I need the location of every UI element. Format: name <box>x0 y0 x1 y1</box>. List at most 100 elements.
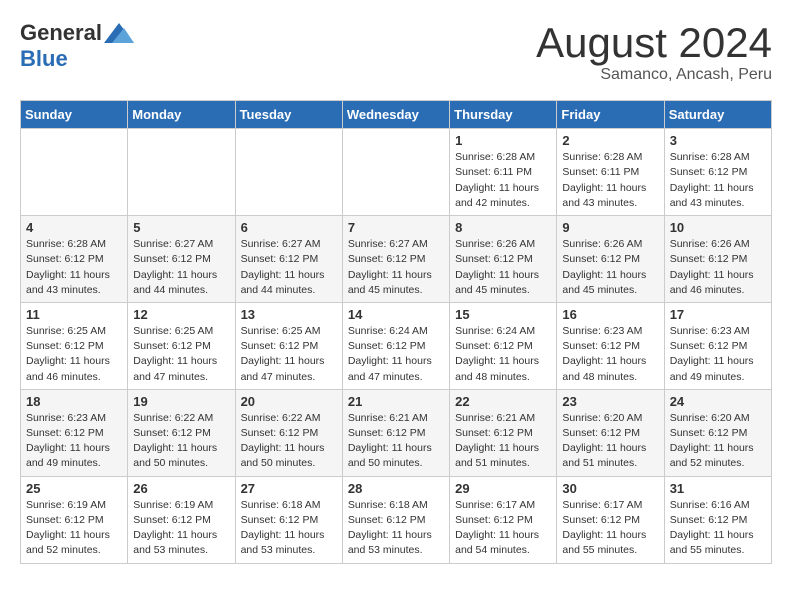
week-row-1: 1 Sunrise: 6:28 AM Sunset: 6:11 PM Daylig… <box>21 129 772 216</box>
day-cell-12: 12 Sunrise: 6:25 AM Sunset: 6:12 PM Dayli… <box>128 302 235 389</box>
day-number: 30 <box>562 481 658 496</box>
day-number: 8 <box>455 220 551 235</box>
day-cell-10: 10 Sunrise: 6:26 AM Sunset: 6:12 PM Dayli… <box>664 216 771 303</box>
day-number: 31 <box>670 481 766 496</box>
empty-cell <box>342 129 449 216</box>
day-number: 13 <box>241 307 337 322</box>
day-number: 26 <box>133 481 229 496</box>
empty-cell <box>21 129 128 216</box>
week-row-3: 11 Sunrise: 6:25 AM Sunset: 6:12 PM Dayli… <box>21 302 772 389</box>
week-row-2: 4 Sunrise: 6:28 AM Sunset: 6:12 PM Daylig… <box>21 216 772 303</box>
day-number: 9 <box>562 220 658 235</box>
day-info: Sunrise: 6:27 AM Sunset: 6:12 PM Dayligh… <box>241 237 337 298</box>
calendar-table: SundayMondayTuesdayWednesdayThursdayFrid… <box>20 100 772 563</box>
day-number: 23 <box>562 394 658 409</box>
day-cell-30: 30 Sunrise: 6:17 AM Sunset: 6:12 PM Dayli… <box>557 476 664 563</box>
day-cell-3: 3Sunrise: 6:28 AM Sunset: 6:12 PM Daylig… <box>664 129 771 216</box>
day-number: 6 <box>241 220 337 235</box>
day-cell-28: 28 Sunrise: 6:18 AM Sunset: 6:12 PM Dayli… <box>342 476 449 563</box>
day-cell-1: 1 Sunrise: 6:28 AM Sunset: 6:11 PM Daylig… <box>450 129 557 216</box>
day-info: Sunrise: 6:16 AM Sunset: 6:12 PM Dayligh… <box>670 498 766 559</box>
logo: General Blue <box>20 20 134 72</box>
title-area: August 2024 Samanco, Ancash, Peru <box>536 20 772 84</box>
day-cell-15: 15 Sunrise: 6:24 AM Sunset: 6:12 PM Dayli… <box>450 302 557 389</box>
day-info: Sunrise: 6:26 AM Sunset: 6:12 PM Dayligh… <box>670 237 766 298</box>
day-cell-16: 16 Sunrise: 6:23 AM Sunset: 6:12 PM Dayli… <box>557 302 664 389</box>
weekday-header-tuesday: Tuesday <box>235 101 342 129</box>
weekday-header-wednesday: Wednesday <box>342 101 449 129</box>
day-info: Sunrise: 6:18 AM Sunset: 6:12 PM Dayligh… <box>241 498 337 559</box>
day-info: Sunrise: 6:28 AM Sunset: 6:12 PM Dayligh… <box>26 237 122 298</box>
day-cell-24: 24 Sunrise: 6:20 AM Sunset: 6:12 PM Dayli… <box>664 389 771 476</box>
weekday-header-saturday: Saturday <box>664 101 771 129</box>
day-number: 21 <box>348 394 444 409</box>
day-number: 10 <box>670 220 766 235</box>
day-info: Sunrise: 6:17 AM Sunset: 6:12 PM Dayligh… <box>455 498 551 559</box>
day-cell-18: 18Sunrise: 6:23 AM Sunset: 6:12 PM Dayli… <box>21 389 128 476</box>
day-cell-23: 23Sunrise: 6:20 AM Sunset: 6:12 PM Dayli… <box>557 389 664 476</box>
weekday-header-row: SundayMondayTuesdayWednesdayThursdayFrid… <box>21 101 772 129</box>
day-cell-5: 5 Sunrise: 6:27 AM Sunset: 6:12 PM Daylig… <box>128 216 235 303</box>
day-number: 7 <box>348 220 444 235</box>
day-info: Sunrise: 6:26 AM Sunset: 6:12 PM Dayligh… <box>562 237 658 298</box>
day-number: 25 <box>26 481 122 496</box>
empty-cell <box>128 129 235 216</box>
day-number: 5 <box>133 220 229 235</box>
day-number: 12 <box>133 307 229 322</box>
location-subtitle: Samanco, Ancash, Peru <box>536 66 772 84</box>
day-number: 20 <box>241 394 337 409</box>
logo-blue-text: Blue <box>20 46 68 72</box>
day-number: 2 <box>562 133 658 148</box>
logo-icon <box>104 23 134 43</box>
day-info: Sunrise: 6:23 AM Sunset: 6:12 PM Dayligh… <box>562 324 658 385</box>
page-header: General Blue August 2024 Samanco, Ancash… <box>20 20 772 84</box>
day-cell-19: 19 Sunrise: 6:22 AM Sunset: 6:12 PM Dayli… <box>128 389 235 476</box>
day-number: 27 <box>241 481 337 496</box>
day-number: 16 <box>562 307 658 322</box>
day-info: Sunrise: 6:20 AM Sunset: 6:12 PM Dayligh… <box>670 411 766 472</box>
day-cell-25: 25 Sunrise: 6:19 AM Sunset: 6:12 PM Dayli… <box>21 476 128 563</box>
day-cell-21: 21 Sunrise: 6:21 AM Sunset: 6:12 PM Dayli… <box>342 389 449 476</box>
day-number: 22 <box>455 394 551 409</box>
day-info: Sunrise: 6:28 AM Sunset: 6:11 PM Dayligh… <box>455 150 551 211</box>
day-number: 11 <box>26 307 122 322</box>
day-cell-31: 31 Sunrise: 6:16 AM Sunset: 6:12 PM Dayli… <box>664 476 771 563</box>
day-number: 1 <box>455 133 551 148</box>
day-number: 29 <box>455 481 551 496</box>
day-info: Sunrise: 6:23 AM Sunset: 6:12 PM Dayligh… <box>26 411 122 472</box>
day-cell-27: 27 Sunrise: 6:18 AM Sunset: 6:12 PM Dayli… <box>235 476 342 563</box>
day-info: Sunrise: 6:26 AM Sunset: 6:12 PM Dayligh… <box>455 237 551 298</box>
day-info: Sunrise: 6:25 AM Sunset: 6:12 PM Dayligh… <box>241 324 337 385</box>
weekday-header-thursday: Thursday <box>450 101 557 129</box>
day-cell-8: 8 Sunrise: 6:26 AM Sunset: 6:12 PM Daylig… <box>450 216 557 303</box>
day-info: Sunrise: 6:21 AM Sunset: 6:12 PM Dayligh… <box>348 411 444 472</box>
day-number: 28 <box>348 481 444 496</box>
day-info: Sunrise: 6:18 AM Sunset: 6:12 PM Dayligh… <box>348 498 444 559</box>
day-number: 4 <box>26 220 122 235</box>
day-info: Sunrise: 6:25 AM Sunset: 6:12 PM Dayligh… <box>133 324 229 385</box>
day-cell-26: 26 Sunrise: 6:19 AM Sunset: 6:12 PM Dayli… <box>128 476 235 563</box>
day-info: Sunrise: 6:25 AM Sunset: 6:12 PM Dayligh… <box>26 324 122 385</box>
day-cell-17: 17Sunrise: 6:23 AM Sunset: 6:12 PM Dayli… <box>664 302 771 389</box>
weekday-header-sunday: Sunday <box>21 101 128 129</box>
day-cell-4: 4 Sunrise: 6:28 AM Sunset: 6:12 PM Daylig… <box>21 216 128 303</box>
day-number: 15 <box>455 307 551 322</box>
day-info: Sunrise: 6:19 AM Sunset: 6:12 PM Dayligh… <box>26 498 122 559</box>
day-info: Sunrise: 6:24 AM Sunset: 6:12 PM Dayligh… <box>455 324 551 385</box>
day-cell-20: 20Sunrise: 6:22 AM Sunset: 6:12 PM Dayli… <box>235 389 342 476</box>
day-cell-14: 14 Sunrise: 6:24 AM Sunset: 6:12 PM Dayli… <box>342 302 449 389</box>
day-cell-7: 7Sunrise: 6:27 AM Sunset: 6:12 PM Daylig… <box>342 216 449 303</box>
day-info: Sunrise: 6:17 AM Sunset: 6:12 PM Dayligh… <box>562 498 658 559</box>
day-number: 19 <box>133 394 229 409</box>
day-number: 24 <box>670 394 766 409</box>
logo-general-text: General <box>20 20 102 46</box>
day-info: Sunrise: 6:23 AM Sunset: 6:12 PM Dayligh… <box>670 324 766 385</box>
day-info: Sunrise: 6:22 AM Sunset: 6:12 PM Dayligh… <box>133 411 229 472</box>
day-cell-6: 6 Sunrise: 6:27 AM Sunset: 6:12 PM Daylig… <box>235 216 342 303</box>
day-info: Sunrise: 6:21 AM Sunset: 6:12 PM Dayligh… <box>455 411 551 472</box>
day-number: 14 <box>348 307 444 322</box>
day-info: Sunrise: 6:19 AM Sunset: 6:12 PM Dayligh… <box>133 498 229 559</box>
day-cell-29: 29 Sunrise: 6:17 AM Sunset: 6:12 PM Dayli… <box>450 476 557 563</box>
day-info: Sunrise: 6:27 AM Sunset: 6:12 PM Dayligh… <box>133 237 229 298</box>
day-info: Sunrise: 6:24 AM Sunset: 6:12 PM Dayligh… <box>348 324 444 385</box>
